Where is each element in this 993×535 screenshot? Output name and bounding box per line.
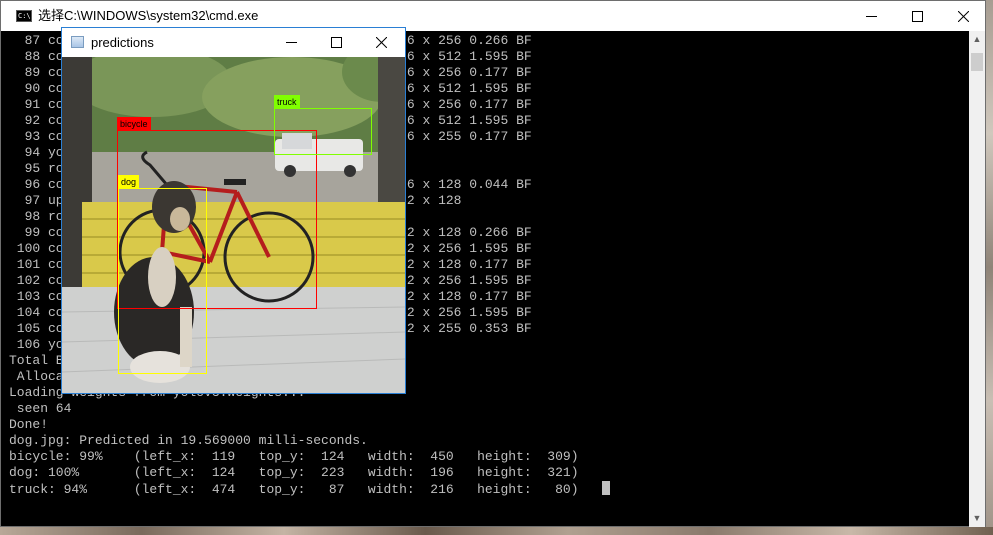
dog-detection-label: dog bbox=[118, 175, 140, 189]
console-line: 106 yo bbox=[9, 337, 64, 352]
predictions-window-title: predictions bbox=[91, 35, 154, 50]
console-line: Alloca bbox=[9, 369, 64, 384]
minimize-icon bbox=[286, 42, 297, 43]
console-line: Total B bbox=[9, 353, 64, 368]
console-line: dog: 100% (left_x: 124 top_y: 223 width:… bbox=[9, 465, 579, 480]
scroll-down-arrow-icon[interactable]: ▼ bbox=[969, 510, 985, 527]
predictions-titlebar[interactable]: predictions bbox=[62, 28, 405, 57]
predictions-app-icon[interactable] bbox=[71, 36, 84, 48]
scrollbar-thumb[interactable] bbox=[971, 53, 983, 71]
console-line: 95 ro bbox=[9, 161, 64, 176]
maximize-icon bbox=[331, 37, 342, 48]
console-line: Done! bbox=[9, 417, 49, 432]
cmd-maximize-button[interactable] bbox=[894, 1, 940, 31]
scroll-up-arrow-icon[interactable]: ▲ bbox=[969, 31, 985, 48]
console-line: truck: 94% (left_x: 474 top_y: 87 width:… bbox=[9, 482, 602, 497]
truck-detection-label: truck bbox=[274, 95, 300, 109]
predictions-maximize-button[interactable] bbox=[314, 28, 359, 57]
predictions-close-button[interactable] bbox=[359, 28, 404, 57]
desktop-background-bottom bbox=[0, 527, 993, 535]
cmd-scrollbar[interactable]: ▲ ▼ bbox=[969, 31, 985, 527]
console-line: dog.jpg: Predicted in 19.569000 milli-se… bbox=[9, 433, 368, 448]
cmd-minimize-button[interactable] bbox=[848, 1, 894, 31]
console-line: seen 64 bbox=[9, 401, 72, 416]
console-line: 94 yo bbox=[9, 145, 64, 160]
console-line: bicycle: 99% (left_x: 119 top_y: 124 wid… bbox=[9, 449, 579, 464]
predictions-minimize-button[interactable] bbox=[269, 28, 314, 57]
console-line: 98 ro bbox=[9, 209, 64, 224]
desktop-background-right bbox=[985, 0, 993, 535]
bicycle-detection-label: bicycle bbox=[117, 117, 151, 131]
minimize-icon bbox=[865, 15, 877, 17]
truck-detection-box: truck bbox=[274, 95, 372, 155]
cmd-app-icon[interactable] bbox=[16, 10, 32, 22]
predictions-window[interactable]: predictions bicycle truck dog bbox=[61, 27, 406, 394]
prediction-image: bicycle truck dog bbox=[62, 57, 405, 393]
dog-detection-box: dog bbox=[118, 175, 207, 374]
maximize-icon bbox=[911, 10, 923, 22]
text-cursor bbox=[601, 481, 610, 495]
close-icon bbox=[957, 10, 969, 22]
cmd-close-button[interactable] bbox=[940, 1, 986, 31]
close-icon bbox=[376, 37, 387, 48]
